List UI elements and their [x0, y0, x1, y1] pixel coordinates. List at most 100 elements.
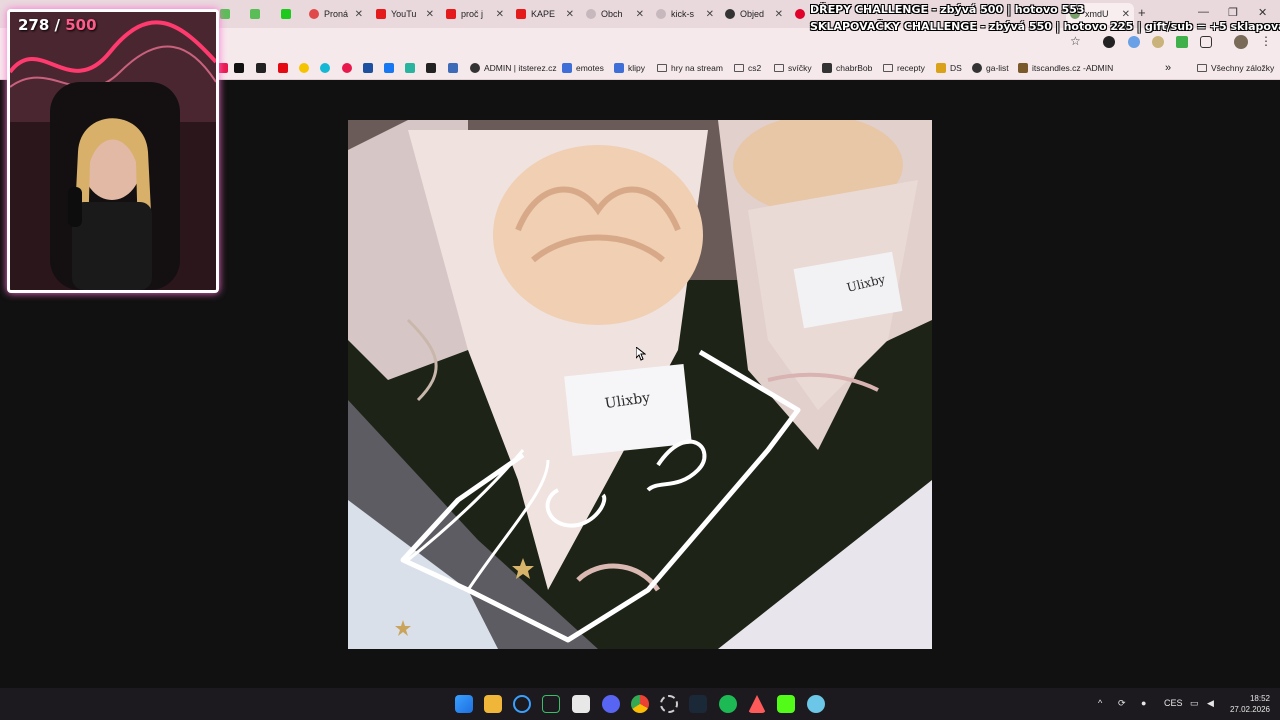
discord-icon[interactable] [602, 695, 620, 713]
bookmark-globe[interactable] [320, 61, 334, 75]
candle-icon [1018, 63, 1028, 73]
bookmark-admin[interactable]: ADMIN | itsterez.cz [470, 61, 557, 75]
bookmark-chabrbob[interactable]: chabrBob [822, 61, 872, 75]
microphone-icon[interactable]: ● [1141, 698, 1146, 708]
close-icon[interactable]: ✕ [562, 9, 574, 20]
bookmark-x[interactable] [234, 61, 248, 75]
tab-2[interactable] [246, 3, 272, 25]
close-icon[interactable]: ✕ [351, 9, 363, 20]
close-icon[interactable]: ✕ [492, 9, 504, 20]
extension-icon[interactable] [1152, 36, 1164, 48]
bookmark-label: itscandles.cz -ADMIN [1032, 63, 1114, 73]
bookmark-galist[interactable]: ga-list [972, 61, 1009, 75]
bookmark-ds[interactable]: DS [936, 61, 962, 75]
tab-10[interactable]: Objed ✕ [721, 3, 787, 25]
photo-svg: Ulixby Ulixby [348, 120, 932, 649]
close-icon[interactable]: ✕ [771, 9, 783, 20]
tab-9[interactable]: kick-s ✕ [652, 3, 718, 25]
squat-counter: 278 / 500 [18, 16, 97, 34]
chevron-up-icon[interactable]: ^ [1098, 698, 1102, 708]
bookmark-label: emotes [576, 63, 604, 73]
webcam-image [10, 12, 216, 290]
tab-8[interactable]: Obch ✕ [582, 3, 648, 25]
site-icon [822, 63, 832, 73]
bookmark-netflix[interactable] [278, 61, 292, 75]
app-cross-icon[interactable] [572, 695, 590, 713]
bookmark-folder-hry[interactable]: hry na stream [657, 61, 723, 75]
tab-11[interactable] [791, 3, 809, 25]
bookmark-folder-recepty[interactable]: recepty [883, 61, 925, 75]
bookmark-label: klipy [628, 63, 646, 73]
sl-icon [562, 63, 572, 73]
extension-icon[interactable] [1128, 36, 1140, 48]
bookmark-app[interactable] [256, 61, 270, 75]
app-globe-icon[interactable] [807, 695, 825, 713]
obs-icon[interactable] [660, 695, 678, 713]
tab-1[interactable] [216, 3, 242, 25]
youtube-icon [376, 9, 386, 19]
tab-7[interactable]: KAPE ✕ [512, 3, 578, 25]
puzzle-icon[interactable] [1200, 36, 1212, 48]
counter-goal: 500 [65, 16, 97, 34]
close-icon[interactable]: ✕ [702, 9, 714, 20]
site-icon [972, 63, 982, 73]
tab-label: Obch [601, 9, 623, 19]
folder-icon [883, 64, 893, 72]
windows-start-icon[interactable] [455, 695, 473, 713]
new-tab-button[interactable]: + [1138, 5, 1146, 20]
bookmark-edit[interactable] [448, 61, 462, 75]
tab-label: KAPE [531, 9, 556, 19]
bookmark-emotes[interactable]: emotes [562, 61, 604, 75]
tab-label: kick-s [671, 9, 694, 19]
bookmark-bolt[interactable] [299, 61, 313, 75]
shield-icon[interactable] [1176, 36, 1188, 48]
bookmark-all[interactable]: Všechny záložky [1197, 61, 1274, 75]
close-icon[interactable]: ✕ [632, 9, 644, 20]
edit-icon [448, 63, 458, 73]
bookmark-folder-svicky[interactable]: svíčky [774, 61, 812, 75]
xbox-icon[interactable] [542, 695, 560, 713]
window-close-icon[interactable]: ✕ [1258, 6, 1267, 19]
bookmark-label: svíčky [788, 63, 812, 73]
bookmark-folder-cs2[interactable]: cs2 [734, 61, 761, 75]
bookmark-itscandles[interactable]: itscandles.cz -ADMIN [1018, 61, 1113, 75]
minimize-icon[interactable]: — [1198, 6, 1209, 18]
star-icon[interactable]: ☆ [1070, 34, 1082, 48]
kick-icon[interactable] [777, 695, 795, 713]
sync-icon[interactable]: ⟳ [1118, 698, 1126, 709]
bookmark-klipy[interactable]: klipy [614, 61, 645, 75]
bookmark-label: hry na stream [671, 63, 723, 73]
tab-favicon-icon [656, 9, 666, 19]
file-explorer-icon[interactable] [484, 695, 502, 713]
restore-icon[interactable]: ❐ [1228, 6, 1238, 19]
close-icon[interactable]: ✕ [1118, 9, 1130, 20]
network-icon[interactable]: ▭ [1190, 698, 1199, 709]
close-icon[interactable]: ✕ [422, 9, 434, 20]
bookmark-tt[interactable] [405, 61, 419, 75]
extension-icon[interactable] [1103, 36, 1115, 48]
app-triangle-icon[interactable] [748, 695, 766, 713]
pinterest-icon [795, 9, 805, 19]
app-c-icon[interactable] [513, 695, 531, 713]
menu-icon[interactable]: ⋮ [1260, 34, 1272, 48]
clock[interactable]: 18:52 27.02.2026 [1230, 693, 1270, 715]
tab-4[interactable]: Proná ✕ [305, 3, 367, 25]
avatar[interactable] [1234, 35, 1248, 49]
tab-6[interactable]: proč j ✕ [442, 3, 508, 25]
tab-3[interactable] [277, 3, 303, 25]
spotify-icon[interactable] [719, 695, 737, 713]
steam-icon[interactable] [689, 695, 707, 713]
bookmark-facebook[interactable] [384, 61, 398, 75]
webcam-overlay: 278 / 500 [7, 9, 219, 293]
bookmark-f[interactable] [342, 61, 356, 75]
chevron-right-icon[interactable]: » [1165, 61, 1171, 75]
tab-5[interactable]: YouTu ✕ [372, 3, 438, 25]
bookmark-item[interactable] [218, 61, 232, 75]
volume-icon[interactable]: ◀ [1207, 698, 1214, 709]
chrome-icon[interactable] [631, 695, 649, 713]
bookmark-label: ADMIN | itsterez.cz [484, 63, 557, 73]
language-indicator[interactable]: CES [1164, 698, 1183, 708]
rose-candle-image: Ulixby Ulixby [348, 120, 932, 649]
bookmark-download[interactable] [426, 61, 440, 75]
bookmark-paypal[interactable] [363, 61, 377, 75]
